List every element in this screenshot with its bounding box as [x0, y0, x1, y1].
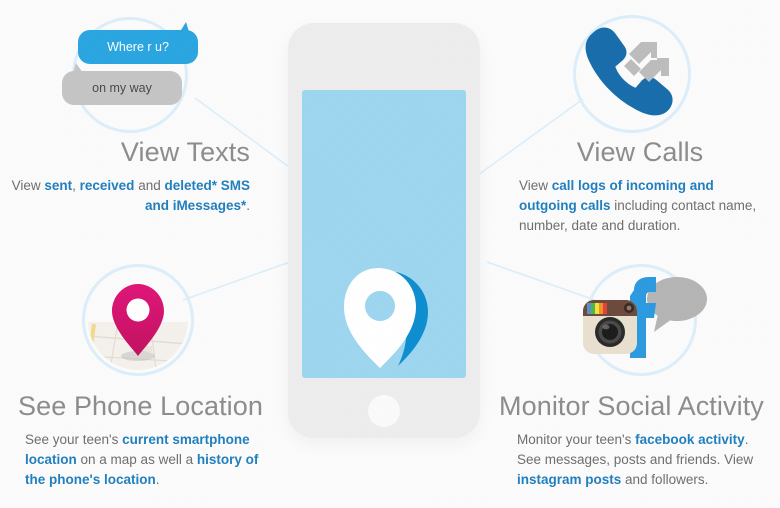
- see-phone-location-body: See your teen's current smartphone locat…: [25, 431, 259, 488]
- connector-location: [182, 261, 291, 301]
- map-pin-icon: [88, 270, 188, 370]
- feature-monitor-social-activity: Monitor Social Activity Monitor your tee…: [499, 391, 771, 490]
- monitor-social-activity-body: Monitor your teen's facebook activity. S…: [517, 431, 754, 488]
- location-pin-logo: [344, 268, 428, 368]
- connector-social: [486, 261, 596, 301]
- view-texts-heading: View Texts: [120, 137, 250, 167]
- feature-see-phone-location: See Phone Location See your teen's curre…: [18, 391, 270, 490]
- infographic-canvas: Where r u? on my way View Texts View sen…: [0, 0, 780, 508]
- chat-bubble-incoming: on my way: [62, 63, 182, 105]
- chat-bubble-outgoing: Where r u?: [78, 22, 198, 64]
- view-calls-body: View call logs of incoming and outgoing …: [519, 177, 757, 234]
- bubble-tail-incoming: [72, 63, 85, 76]
- feature-view-texts: View Texts View sent, received and delet…: [0, 137, 250, 216]
- instagram-icon: [583, 300, 637, 354]
- phone-home-button[interactable]: [368, 395, 400, 427]
- view-texts-body: View sent, received and deleted* SMS and…: [11, 177, 250, 213]
- chat-bubble-incoming-text: on my way: [92, 81, 152, 95]
- monitor-social-activity-heading: Monitor Social Activity: [499, 391, 764, 421]
- phone-screen: [302, 90, 466, 378]
- smartphone-mockup: [288, 23, 480, 438]
- feature-view-calls: View Calls View call logs of incoming an…: [519, 137, 767, 236]
- chat-bubble-outgoing-text: Where r u?: [107, 40, 169, 54]
- phone-call-icon: [577, 22, 687, 127]
- view-calls-heading: View Calls: [576, 137, 704, 167]
- social-icons-group: [580, 272, 712, 364]
- see-phone-location-heading: See Phone Location: [18, 391, 263, 421]
- bubble-tail-outgoing: [178, 22, 190, 35]
